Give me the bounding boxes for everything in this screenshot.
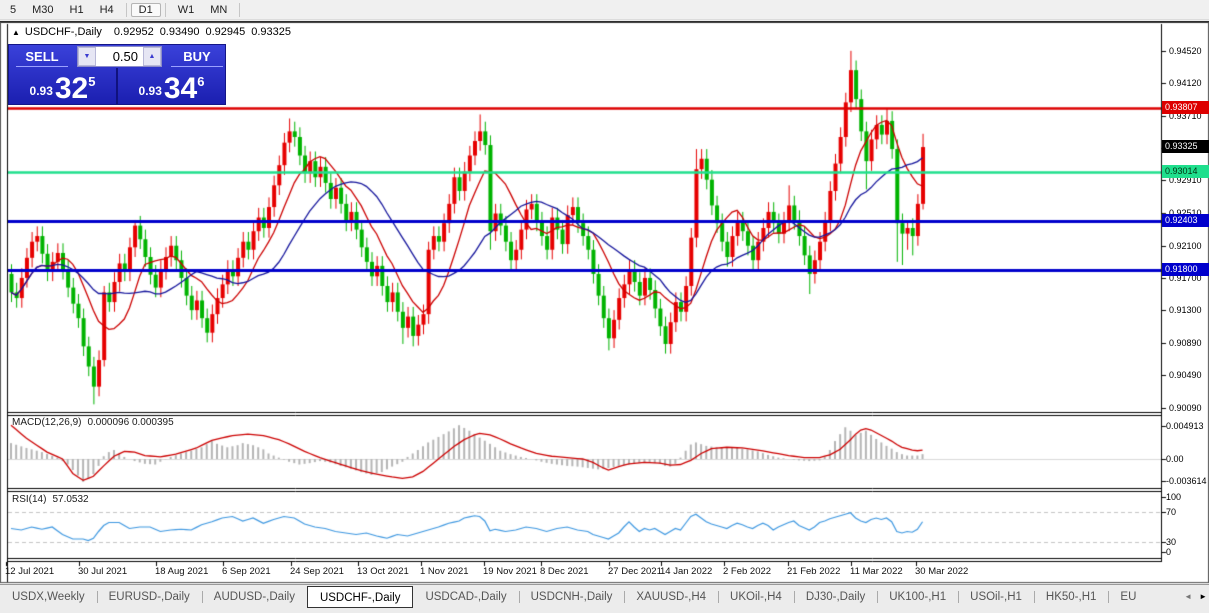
rsi-label: RSI(14) 57.0532 (12, 494, 89, 505)
price-level-tag-0.93807: 0.93807 (1162, 101, 1209, 115)
ask-price[interactable]: 0.93 34 6 (118, 68, 225, 104)
price-tick-0.90090: 0.90090 (1169, 402, 1202, 413)
volume-decrease-icon[interactable]: ▼ (78, 47, 96, 66)
buy-button[interactable]: BUY (164, 45, 230, 68)
tab-scroll-left-icon[interactable]: ◄ (1184, 592, 1192, 601)
date-label: 21 Feb 2022 (787, 566, 841, 577)
date-label: 14 Jan 2022 (660, 566, 713, 577)
date-label: 13 Oct 2021 (357, 566, 409, 577)
price-level-tag-0.93325: 0.93325 (1162, 140, 1209, 154)
date-label: 6 Sep 2021 (222, 566, 271, 577)
ohlc-open: 0.92952 (113, 26, 154, 38)
date-label: 27 Dec 2021 (608, 566, 662, 577)
date-label: 12 Jul 2021 (5, 566, 55, 577)
tab-scroll-arrows: ◄ ► (1179, 592, 1207, 601)
date-label: 11 Mar 2022 (850, 566, 903, 577)
date-label: 30 Mar 2022 (915, 566, 969, 577)
price-tick-0.94120: 0.94120 (1169, 78, 1202, 89)
chart-symbol-label: USDCHF-,Daily (24, 26, 102, 38)
date-label: 2 Feb 2022 (723, 566, 772, 577)
date-label: 19 Nov 2021 (483, 566, 537, 577)
chart-symbol-icon: ▲ (12, 28, 20, 37)
volume-stepper: ▼ ▲ (77, 46, 162, 67)
rsi-axis-tick-100: 100 (1166, 492, 1182, 502)
sell-button[interactable]: SELL (9, 45, 75, 68)
macd-axis-tick--0.003614: -0.003614 (1166, 476, 1207, 486)
price-level-tag-0.91800: 0.91800 (1162, 262, 1209, 276)
ohlc-low: 0.92945 (205, 26, 246, 38)
tab-scroll-right-icon[interactable]: ► (1199, 592, 1207, 601)
volume-input[interactable] (96, 47, 143, 66)
bid-pipette: 5 (88, 74, 96, 89)
rsi-axis-tick-70: 70 (1166, 507, 1177, 517)
rsi-axis-tick-30: 30 (1166, 537, 1177, 547)
bid-big-figure: 0.93 (29, 84, 53, 98)
price-tick-0.90890: 0.90890 (1169, 338, 1202, 349)
price-tick-0.92100: 0.92100 (1169, 240, 1202, 251)
macd-axis-tick-0.00: 0.00 (1166, 454, 1184, 464)
date-label: 18 Aug 2021 (155, 566, 209, 577)
bid-price[interactable]: 0.93 32 5 (9, 68, 118, 104)
rsi-axis-tick-0: 0 (1166, 547, 1172, 557)
bid-pips: 32 (54, 72, 89, 105)
price-level-tag-0.93014: 0.93014 (1162, 165, 1209, 179)
date-label: 8 Dec 2021 (540, 566, 589, 577)
ask-pips: 34 (163, 72, 198, 105)
ask-pipette: 6 (197, 74, 205, 89)
one-click-trade-panel: SELL ▼ ▲ BUY 0.93325 0.93346 (8, 44, 226, 105)
ohlc-high: 0.93490 (159, 26, 200, 38)
date-label: 30 Jul 2021 (78, 566, 128, 577)
macd-label: MACD(12,26,9) 0.000096 0.000395 (12, 417, 174, 428)
price-tick-0.90490: 0.90490 (1169, 370, 1202, 381)
ask-big-figure: 0.93 (138, 84, 162, 98)
price-tick-0.94520: 0.94520 (1169, 45, 1202, 56)
price-level-tag-0.92403: 0.92403 (1162, 214, 1209, 228)
date-label: 24 Sep 2021 (290, 566, 344, 577)
date-label: 1 Nov 2021 (420, 566, 469, 577)
chart-title: ▲ USDCHF-,Daily 0.92952 0.93490 0.92945 0.933… (12, 26, 297, 38)
ohlc-close: 0.93325 (251, 26, 291, 38)
price-tick-0.91300: 0.91300 (1169, 305, 1202, 316)
volume-increase-icon[interactable]: ▲ (143, 47, 161, 66)
macd-axis-tick-0.004913: 0.004913 (1166, 421, 1204, 431)
